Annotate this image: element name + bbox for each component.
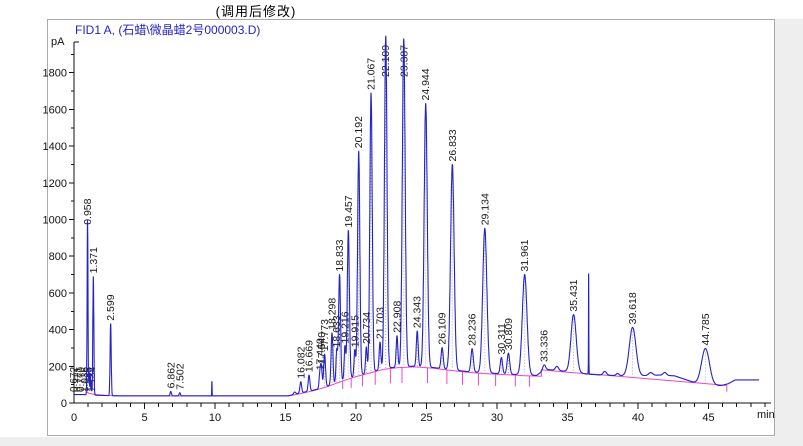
y-tick-label: 600 xyxy=(49,288,67,300)
peak-label: 1.371 xyxy=(88,247,100,273)
peak-label: 35.431 xyxy=(568,279,580,311)
page-title: (调用后修改) xyxy=(156,1,356,20)
x-tick-label: 15 xyxy=(279,412,291,424)
trace-path xyxy=(74,36,759,396)
trace-header: FID1 A, (石蜡\微晶蜡2号000003.D) xyxy=(75,21,260,38)
peak-label: 20.734 xyxy=(361,312,373,344)
peak-label: 44.785 xyxy=(700,313,712,345)
peak-label: 21.067 xyxy=(366,58,378,90)
peak-label: 22.908 xyxy=(392,301,404,333)
y-tick-label: 1400 xyxy=(43,141,67,153)
y-axis-unit-label: pA xyxy=(51,36,64,48)
x-tick-label: 35 xyxy=(561,412,573,424)
peak-label: 2.599 xyxy=(105,294,117,320)
peak-label: 31.961 xyxy=(519,239,531,271)
x-tick-label: 5 xyxy=(141,412,147,424)
peak-label: 26.109 xyxy=(437,312,449,344)
peak-label: 19.457 xyxy=(343,195,355,227)
peak-label: 21.703 xyxy=(375,307,387,339)
y-tick-label: 400 xyxy=(49,325,67,337)
peak-label: 7.502 xyxy=(174,363,186,389)
y-tick-label: 1800 xyxy=(43,68,67,80)
y-tick-label: 800 xyxy=(49,251,67,263)
peak-label: 24.343 xyxy=(412,296,424,328)
peak-label: 19.915 xyxy=(349,315,361,347)
peak-label: 24.944 xyxy=(420,68,432,100)
y-tick-label: 1000 xyxy=(43,215,67,227)
chromatogram-plot: 0.6720.7210.7701.0361.0851.1340.9581.371… xyxy=(0,0,803,446)
x-tick-label: 40 xyxy=(632,412,644,424)
peak-label: 26.833 xyxy=(447,129,459,161)
peak-label: 33.336 xyxy=(539,330,551,362)
x-tick-label: 45 xyxy=(702,412,714,424)
y-tick-label: 200 xyxy=(49,361,67,373)
peak-label: 39.618 xyxy=(627,292,639,324)
peak-label: 29.134 xyxy=(479,193,491,225)
peak-label: 20.192 xyxy=(353,116,365,148)
x-axis-unit-label: min xyxy=(757,409,775,421)
peak-label: 28.236 xyxy=(467,313,479,345)
x-tick-label: 10 xyxy=(209,412,221,424)
x-tick-label: 30 xyxy=(491,412,503,424)
y-tick-label: 1600 xyxy=(43,104,67,116)
x-tick-label: 25 xyxy=(420,412,432,424)
peak-label: 30.809 xyxy=(503,318,515,350)
y-tick-label: 1200 xyxy=(43,178,67,190)
peak-label: 18.833 xyxy=(334,239,346,271)
x-tick-label: 20 xyxy=(350,412,362,424)
y-tick-label: 0 xyxy=(61,398,67,410)
x-tick-label: 0 xyxy=(71,412,77,424)
